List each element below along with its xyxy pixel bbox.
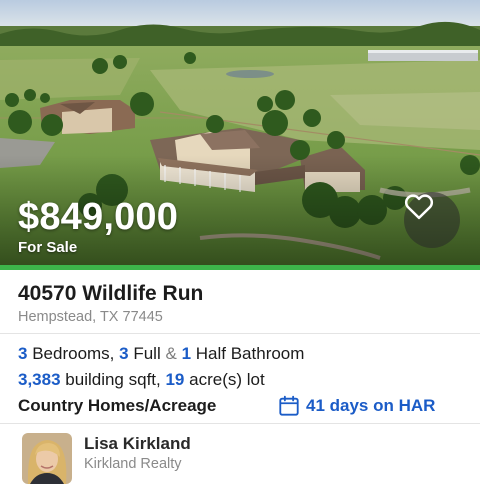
calendar-icon [279,395,299,416]
acres-label: acre(s) lot [189,370,265,389]
listing-price: $849,000 [18,196,179,238]
heart-outline-icon [404,194,434,220]
agent-photo [22,433,72,484]
bedroom-count: 3 [18,344,28,363]
city-state-zip: Hempstead, TX 77445 [18,309,163,325]
agent-name[interactable]: Lisa Kirkland [84,434,191,454]
favorite-button[interactable] [404,192,460,248]
sale-status: For Sale [18,239,78,256]
days-on-market-text: 41 days on HAR [306,396,436,415]
bedroom-label: Bedrooms, [32,344,115,363]
agent-avatar[interactable] [22,433,72,484]
full-bath-count: 3 [119,344,129,363]
property-facts: 3 Bedrooms, 3 Full & 1 Half Bathroom 3,3… [0,334,480,424]
property-type: Country Homes/Acreage [18,396,217,415]
rooms-line: 3 Bedrooms, 3 Full & 1 Half Bathroom [18,344,304,364]
half-bath-count: 1 [181,344,192,363]
building-sqft: 3,383 [18,370,61,389]
ampersand: & [165,344,177,363]
agent-brokerage: Kirkland Realty [84,456,182,472]
street-address[interactable]: 40570 Wildlife Run [18,282,203,306]
full-bath-label: Full [133,344,161,363]
address-section[interactable]: 40570 Wildlife Run Hempstead, TX 77445 [0,270,480,334]
lot-acres: 19 [165,370,185,389]
listing-photo[interactable]: $849,000 For Sale [0,0,480,265]
sqft-label: building sqft, [65,370,161,389]
agent-section[interactable]: Lisa Kirkland Kirkland Realty [0,424,480,492]
days-on-market: 41 days on HAR [278,393,435,419]
size-line: 3,383 building sqft, 19 acre(s) lot [18,370,265,390]
half-bath-label: Half Bathroom [195,344,305,363]
listing-card[interactable]: $849,000 For Sale 40570 Wildlife Run Hem… [0,0,480,492]
